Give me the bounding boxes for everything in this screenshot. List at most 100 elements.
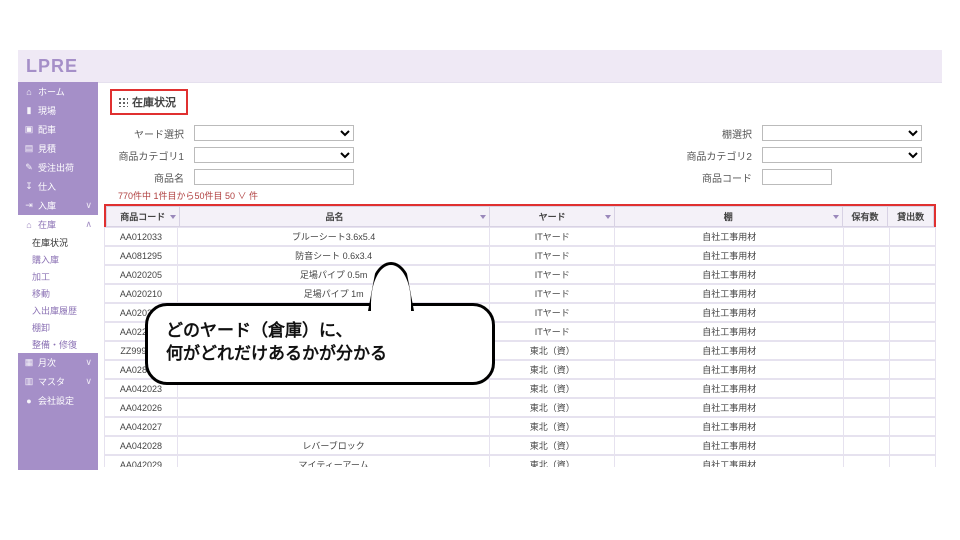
cell-yard: ITヤード: [490, 247, 615, 265]
col-header-品名[interactable]: 品名: [179, 207, 490, 227]
order-icon: ✎: [24, 162, 34, 173]
yard-select-label: ヤード選択: [118, 126, 188, 141]
table-row[interactable]: AA042027東北（資）自社工事用材: [104, 417, 936, 436]
cell-code: AA020205: [105, 266, 178, 284]
sidebar-item-月次[interactable]: ▦月次∨: [18, 353, 98, 372]
cell-yard: 東北（資）: [490, 342, 615, 360]
sidebar-sub-整備・修復[interactable]: 整備・修復: [18, 336, 98, 353]
in-icon: ⇥: [24, 200, 34, 211]
cell-own: [844, 247, 890, 265]
cell-shelf: 自社工事用材: [615, 418, 844, 436]
name-input[interactable]: [194, 169, 354, 185]
page-title-text: 在庫状況: [132, 94, 176, 110]
annotation-text: どのヤード（倉庫）に、 何がどれだけあるかが分かる: [166, 321, 387, 363]
col-header-商品コード[interactable]: 商品コード: [107, 207, 180, 227]
cell-own: [844, 380, 890, 398]
table-row[interactable]: AA012033ブルーシート3.6x5.4ITヤード自社工事用材: [104, 227, 936, 246]
table-row[interactable]: AA042029マイティーアーム東北（資）自社工事用材: [104, 455, 936, 467]
cell-yard: 東北（資）: [490, 361, 615, 379]
sidebar-item-入庫[interactable]: ⇥入庫∨: [18, 196, 98, 215]
cell-code: AA042026: [105, 399, 178, 417]
sidebar-sub-棚卸[interactable]: 棚卸: [18, 319, 98, 336]
sidebar-sub-在庫状況[interactable]: 在庫状況: [18, 234, 98, 251]
cat1-select[interactable]: [194, 147, 354, 163]
sidebar-item-ホーム[interactable]: ⌂ホーム: [18, 82, 98, 101]
sidebar-sub-入出庫履歴[interactable]: 入出庫履歴: [18, 302, 98, 319]
cell-shelf: 自社工事用材: [615, 266, 844, 284]
shelf-select[interactable]: [762, 125, 922, 141]
table-header-box: 商品コード品名ヤード棚保有数貸出数: [104, 204, 936, 227]
chevron-up-icon: ∧: [85, 219, 92, 230]
col-header-ヤード[interactable]: ヤード: [490, 207, 614, 227]
sidebar-item-会社設定[interactable]: ● 会社設定: [18, 391, 98, 410]
table-row[interactable]: AA042026 東北（資）自社工事用材: [104, 398, 936, 417]
home-icon: ⌂: [24, 87, 34, 97]
cell-shelf: 自社工事用材: [615, 304, 844, 322]
cell-own: [844, 361, 890, 379]
cell-own: [844, 304, 890, 322]
truck-icon: ▣: [24, 124, 34, 135]
cell-name: マイティーアーム: [177, 456, 489, 468]
sidebar-item-label: 見積: [38, 142, 56, 155]
co-icon: ●: [24, 396, 34, 406]
cell-own: [844, 399, 890, 417]
cell-name: 防音シート 0.6x3.4: [177, 247, 489, 265]
stock-icon: ⌂: [24, 220, 34, 230]
cell-name: 足場パイプ 1m: [177, 285, 489, 303]
sidebar-sub-移動[interactable]: 移動: [18, 285, 98, 302]
code-label: 商品コード: [686, 170, 756, 185]
cell-shelf: 自社工事用材: [615, 399, 844, 417]
buy-icon: ↧: [24, 181, 34, 192]
sidebar-item-label: 配車: [38, 123, 56, 136]
sidebar-item-label: 受注出荷: [38, 161, 74, 174]
cell-name: [177, 418, 489, 436]
sidebar-sub-加工[interactable]: 加工: [18, 268, 98, 285]
table-row[interactable]: AA020210足場パイプ 1mITヤード自社工事用材: [104, 284, 936, 303]
yard-select[interactable]: [194, 125, 354, 141]
cat2-label: 商品カテゴリ2: [686, 148, 756, 163]
cell-shelf: 自社工事用材: [615, 285, 844, 303]
cell-lend: [890, 399, 936, 417]
code-input[interactable]: [762, 169, 832, 185]
chevron-down-icon: ∨: [85, 376, 92, 387]
col-header-貸出数[interactable]: 貸出数: [888, 207, 934, 227]
cell-own: [844, 437, 890, 455]
cell-code: AA042027: [105, 418, 178, 436]
name-label: 商品名: [118, 170, 188, 185]
cell-code: AA012033: [105, 228, 178, 246]
cell-shelf: 自社工事用材: [615, 323, 844, 341]
shelf-select-label: 棚選択: [686, 126, 756, 141]
sidebar-item-マスタ[interactable]: ▥マスタ∨: [18, 372, 98, 391]
cell-lend: [890, 342, 936, 360]
sidebar-item-受注出荷[interactable]: ✎ 受注出荷: [18, 158, 98, 177]
sidebar-item-現場[interactable]: ▮ 現場: [18, 101, 98, 120]
sidebar-item-仕入[interactable]: ↧仕入: [18, 177, 98, 196]
cell-yard: 東北（資）: [490, 399, 615, 417]
cat2-select[interactable]: [762, 147, 922, 163]
quote-icon: ▤: [24, 143, 34, 154]
sidebar-item-label: 現場: [38, 104, 56, 117]
cell-yard: ITヤード: [490, 266, 615, 284]
sidebar-item-label: 会社設定: [38, 394, 74, 407]
cell-yard: ITヤード: [490, 285, 615, 303]
sidebar-item-配車[interactable]: ▣ 配車: [18, 120, 98, 139]
table-row[interactable]: AA042028レバーブロック東北（資）自社工事用材: [104, 436, 936, 455]
sidebar-item-在庫[interactable]: ⌂ 在庫 ∧: [18, 215, 98, 234]
cell-name: レバーブロック: [177, 437, 489, 455]
master-icon: ▥: [24, 376, 34, 387]
pager-text: 770件中 1件目から50件目 50 ∨ 件: [118, 189, 942, 202]
site-icon: ▮: [24, 105, 34, 116]
sidebar-sub-購入庫[interactable]: 購入庫: [18, 251, 98, 268]
filter-bar: ヤード選択 棚選択 商品カテゴリ1 商品カテゴリ2 商品名 商品コード: [118, 125, 922, 185]
cell-lend: [890, 380, 936, 398]
col-header-保有数[interactable]: 保有数: [842, 207, 888, 227]
col-header-棚[interactable]: 棚: [614, 207, 842, 227]
sidebar-item-見積[interactable]: ▤ 見積: [18, 139, 98, 158]
table-row[interactable]: AA020205足場パイプ 0.5mITヤード自社工事用材: [104, 265, 936, 284]
cell-yard: 東北（資）: [490, 380, 615, 398]
main-panel: 在庫状況 ヤード選択 棚選択 商品カテゴリ1 商品カテゴリ2 商品名 商品コード…: [98, 82, 942, 470]
table-row[interactable]: AA081295防音シート 0.6x3.4ITヤード自社工事用材: [104, 246, 936, 265]
cell-shelf: 自社工事用材: [615, 228, 844, 246]
sidebar-item-label: 月次: [38, 356, 56, 369]
chevron-down-icon: ∨: [85, 357, 92, 368]
